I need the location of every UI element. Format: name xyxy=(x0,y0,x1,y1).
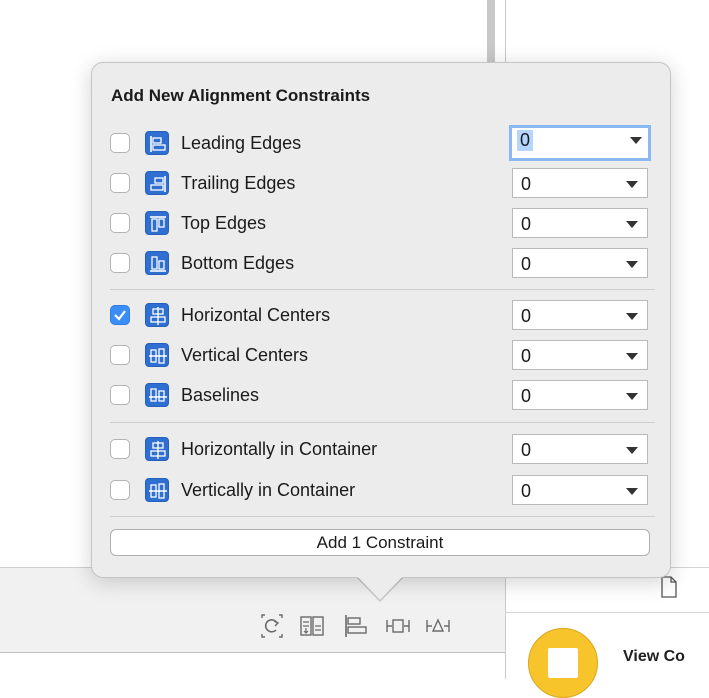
horizontally-in-container-constant-field[interactable]: 0 xyxy=(512,434,648,464)
top-edges-icon xyxy=(145,211,169,235)
horizontal-centers-checkbox[interactable] xyxy=(110,305,130,325)
constant-value: 0 xyxy=(521,386,532,406)
align-icon[interactable] xyxy=(343,612,369,640)
horizontal-centers-icon xyxy=(145,303,169,327)
embed-in-stack-icon[interactable] xyxy=(299,612,325,640)
constant-value: 0 xyxy=(521,214,532,234)
chevron-down-icon[interactable] xyxy=(626,221,638,228)
constant-value: 0 xyxy=(521,346,532,366)
canvas-bottom-bar xyxy=(0,567,505,653)
vertically-in-container-label: Vertically in Container xyxy=(181,480,356,500)
group-separator xyxy=(110,289,655,290)
chevron-down-icon[interactable] xyxy=(626,393,638,400)
chevron-down-icon[interactable] xyxy=(626,353,638,360)
bottom-edges-checkbox[interactable] xyxy=(110,253,130,273)
baselines-label: Baselines xyxy=(181,385,260,405)
vertical-centers-constant-field[interactable]: 0 xyxy=(512,340,648,370)
trailing-edges-checkbox[interactable] xyxy=(110,173,130,193)
pin-icon[interactable] xyxy=(385,612,411,640)
chevron-down-icon[interactable] xyxy=(626,488,638,495)
vertical-centers-label: Vertical Centers xyxy=(181,345,309,365)
bottom-edges-constant-field[interactable]: 0 xyxy=(512,248,648,278)
view-controller-inner-icon xyxy=(546,646,580,680)
constraint-row-bottom-edges: Bottom Edges 0 xyxy=(110,248,650,278)
group-separator xyxy=(110,516,655,517)
top-edges-constant-field[interactable]: 0 xyxy=(512,208,648,238)
document-icon[interactable] xyxy=(658,575,680,599)
constant-value: 0 xyxy=(521,254,532,274)
update-frames-icon[interactable] xyxy=(259,612,285,640)
chevron-down-icon[interactable] xyxy=(626,181,638,188)
constraint-row-leading-edges: Leading Edges 0 xyxy=(110,125,651,161)
resolve-issues-icon[interactable] xyxy=(425,612,451,640)
constraint-row-top-edges: Top Edges 0 xyxy=(110,208,650,238)
constant-value: 0 xyxy=(521,440,532,460)
baselines-constant-field[interactable]: 0 xyxy=(512,380,648,410)
constant-value: 0 xyxy=(521,174,532,194)
trailing-edges-label: Trailing Edges xyxy=(181,173,296,193)
trailing-edges-icon xyxy=(145,171,169,195)
checkmark-icon xyxy=(114,310,126,321)
constraint-row-horizontally-in-container: Horizontally in Container 0 xyxy=(110,434,650,464)
constraint-row-vertically-in-container: Vertically in Container 0 xyxy=(110,475,650,505)
baselines-icon xyxy=(145,383,169,407)
baselines-checkbox[interactable] xyxy=(110,385,130,405)
vertically-in-container-constant-field[interactable]: 0 xyxy=(512,475,648,505)
constraint-row-trailing-edges: Trailing Edges 0 xyxy=(110,168,650,198)
chevron-down-icon[interactable] xyxy=(626,313,638,320)
chevron-down-icon[interactable] xyxy=(626,447,638,454)
horizontal-centers-constant-field[interactable]: 0 xyxy=(512,300,648,330)
bottom-edges-icon xyxy=(145,251,169,275)
vertically-in-container-checkbox[interactable] xyxy=(110,480,130,500)
popover-title: Add New Alignment Constraints xyxy=(111,86,371,105)
trailing-edges-constant-field[interactable]: 0 xyxy=(512,168,648,198)
top-edges-label: Top Edges xyxy=(181,213,267,233)
leading-edges-label: Leading Edges xyxy=(181,133,302,153)
vertical-centers-icon xyxy=(145,343,169,367)
bottom-edges-label: Bottom Edges xyxy=(181,253,295,273)
top-edges-checkbox[interactable] xyxy=(110,213,130,233)
horizontal-centers-label: Horizontal Centers xyxy=(181,305,331,325)
leading-edges-icon xyxy=(145,131,169,155)
add-constraint-button[interactable]: Add 1 Constraint xyxy=(110,529,650,556)
leading-edges-constant-field[interactable]: 0 xyxy=(509,125,651,161)
constant-value: 0 xyxy=(517,130,534,151)
constant-value: 0 xyxy=(521,306,532,326)
horizontally-in-container-icon xyxy=(145,437,169,461)
chevron-down-icon[interactable] xyxy=(630,137,642,144)
vertical-centers-checkbox[interactable] xyxy=(110,345,130,365)
popover-arrow xyxy=(355,574,405,600)
chevron-down-icon[interactable] xyxy=(626,261,638,268)
view-controller-label: View Co xyxy=(623,648,685,665)
leading-edges-checkbox[interactable] xyxy=(110,133,130,153)
horizontally-in-container-checkbox[interactable] xyxy=(110,439,130,459)
constant-value: 0 xyxy=(521,481,532,501)
group-separator xyxy=(110,422,655,423)
vertically-in-container-icon xyxy=(145,478,169,502)
constraint-row-horizontal-centers: Horizontal Centers 0 xyxy=(110,300,650,330)
constraint-row-vertical-centers: Vertical Centers 0 xyxy=(110,340,650,370)
horizontally-in-container-label: Horizontally in Container xyxy=(181,439,378,459)
constraint-row-baselines: Baselines 0 xyxy=(110,380,650,410)
